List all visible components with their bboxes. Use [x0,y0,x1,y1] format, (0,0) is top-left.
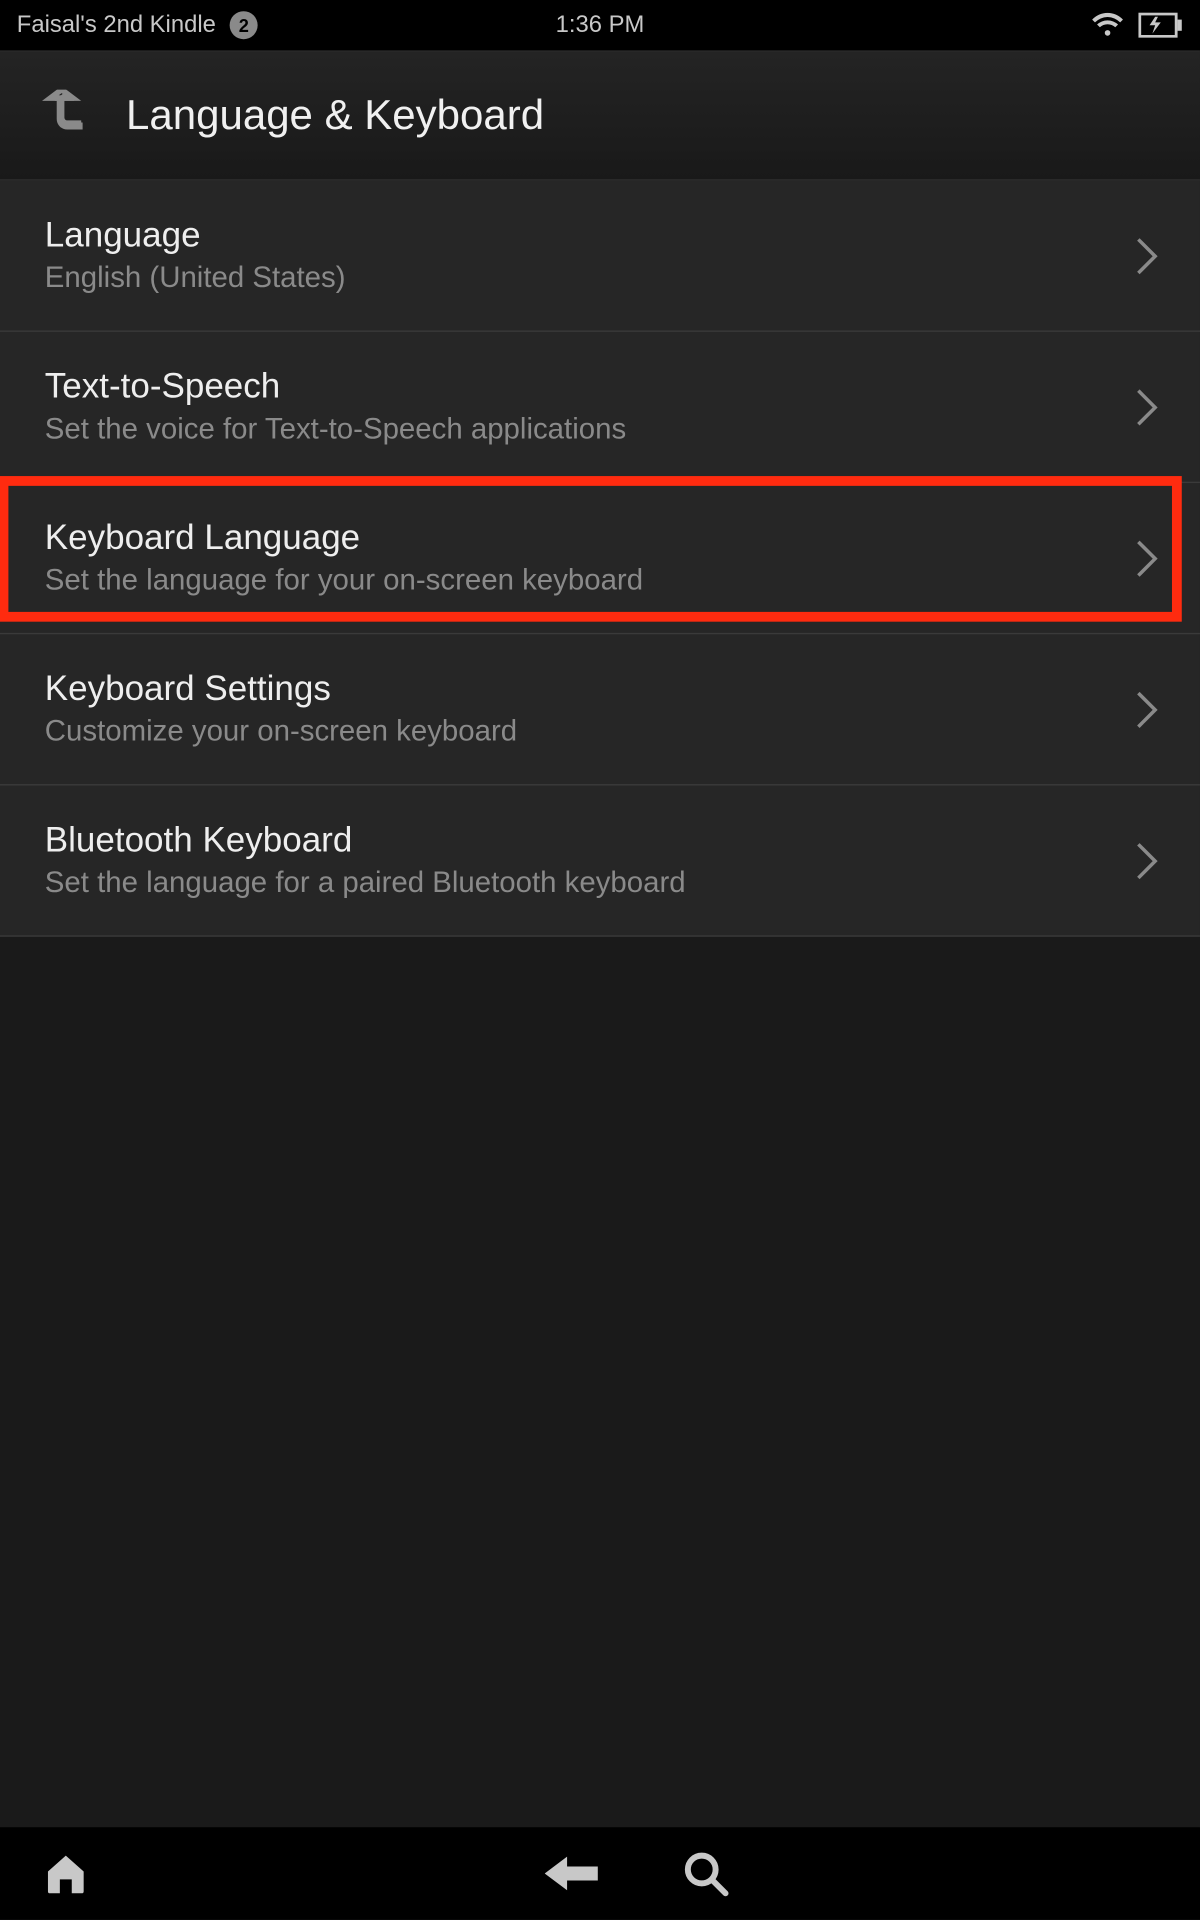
search-button[interactable] [682,1850,730,1898]
settings-item-keyboard-settings[interactable]: Keyboard Settings Customize your on-scree… [0,634,1200,785]
item-title: Language [45,216,1136,257]
item-title: Keyboard Settings [45,669,1136,710]
page-title: Language & Keyboard [126,92,544,140]
settings-item-bluetooth-keyboard[interactable]: Bluetooth Keyboard Set the language for a… [0,786,1200,937]
clock: 1:36 PM [556,11,645,39]
item-subtitle: Set the language for a paired Bluetooth … [45,867,1136,901]
back-button[interactable] [545,1854,598,1893]
bottom-nav [0,1827,1200,1919]
notification-count: 2 [239,15,249,36]
settings-item-text-to-speech[interactable]: Text-to-Speech Set the voice for Text-to-… [0,332,1200,483]
settings-item-language[interactable]: Language English (United States) [0,181,1200,332]
wifi-icon [1091,13,1125,38]
settings-item-keyboard-language[interactable]: Keyboard Language Set the language for yo… [0,483,1200,634]
battery-charging-icon [1138,13,1183,38]
chevron-right-icon [1136,538,1158,577]
settings-list: Language English (United States) Text-to-S… [0,181,1200,937]
device-name: Faisal's 2nd Kindle [17,11,216,39]
item-title: Text-to-Speech [45,367,1136,408]
item-title: Bluetooth Keyboard [45,821,1136,862]
chevron-right-icon [1136,387,1158,426]
item-title: Keyboard Language [45,518,1136,559]
chevron-right-icon [1136,690,1158,729]
chevron-right-icon [1136,236,1158,275]
back-up-icon[interactable] [42,90,87,142]
item-subtitle: Customize your on-screen keyboard [45,716,1136,750]
status-bar: Faisal's 2nd Kindle 2 1:36 PM [0,0,1200,52]
home-button[interactable] [42,1850,90,1898]
page-header: Language & Keyboard [0,52,1200,181]
item-subtitle: English (United States) [45,262,1136,296]
item-subtitle: Set the language for your on-screen keyb… [45,564,1136,598]
chevron-right-icon [1136,841,1158,880]
notification-badge[interactable]: 2 [230,11,258,39]
item-subtitle: Set the voice for Text-to-Speech applica… [45,413,1136,447]
